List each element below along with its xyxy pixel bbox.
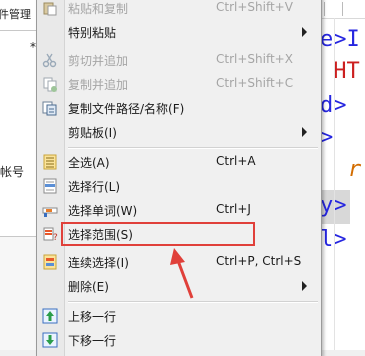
annotation-arrow-icon [170, 248, 194, 299]
